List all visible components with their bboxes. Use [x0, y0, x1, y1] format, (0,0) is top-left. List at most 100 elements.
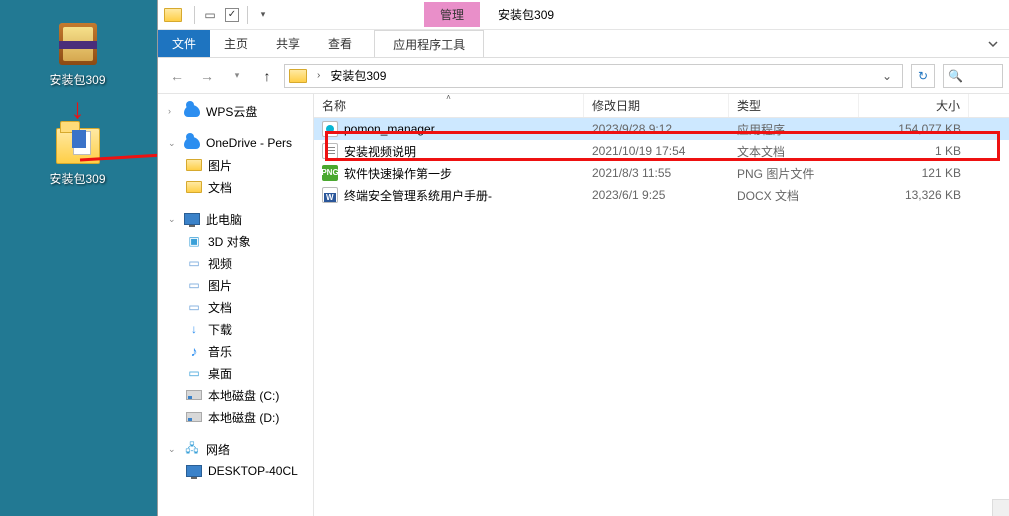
navigation-tree: ›WPS云盘 ⌄OneDrive - Pers 图片 文档 ⌄此电脑 ▣3D 对…: [158, 94, 314, 516]
window-title: 安装包309: [498, 6, 554, 23]
file-type: DOCX 文档: [729, 187, 859, 204]
tree-videos[interactable]: ▭视频: [158, 252, 313, 274]
breadcrumb-dropdown[interactable]: ⌄: [876, 69, 898, 83]
folder-icon: [186, 181, 202, 193]
refresh-button[interactable]: ↻: [911, 64, 935, 88]
qat-check-button[interactable]: ✓: [221, 4, 243, 26]
file-size: 121 KB: [859, 166, 969, 180]
file-icon: [322, 187, 338, 203]
file-date: 2023/6/1 9:25: [584, 188, 729, 202]
ribbon-contextual-tab: 管理: [424, 2, 480, 27]
file-tab[interactable]: 文件: [158, 30, 210, 57]
tree-wps-cloud[interactable]: ›WPS云盘: [158, 100, 313, 122]
share-tab[interactable]: 共享: [262, 30, 314, 57]
app-tools-tab[interactable]: 应用程序工具: [374, 30, 484, 57]
file-type: 应用程序: [729, 121, 859, 138]
window-icon: [164, 8, 182, 22]
column-name[interactable]: ˄名称: [314, 94, 584, 117]
file-name: 软件快速操作第一步: [344, 165, 452, 182]
folder-icon: [54, 119, 102, 167]
network-icon: 🖧: [184, 441, 200, 457]
file-row[interactable]: 终端安全管理系统用户手册- 2023/6/1 9:25DOCX 文档13,326 …: [314, 184, 1009, 206]
tree-disk-c[interactable]: 本地磁盘 (C:): [158, 384, 313, 406]
file-icon: [322, 143, 338, 159]
titlebar: ▭ ✓ ▾ 管理 安装包309: [158, 0, 1009, 30]
desktop-icon-rar[interactable]: 安装包309: [30, 20, 125, 89]
tree-desktop[interactable]: ▭桌面: [158, 362, 313, 384]
back-button[interactable]: ←: [164, 63, 190, 89]
file-name: 终端安全管理系统用户手册-: [344, 187, 492, 204]
file-type: PNG 图片文件: [729, 165, 859, 182]
ribbon-tabs: 文件 主页 共享 查看 应用程序工具: [158, 30, 1009, 58]
chevron-right-icon[interactable]: ›: [313, 70, 324, 81]
cloud-icon: [184, 105, 200, 117]
file-date: 2023/9/28 9:12: [584, 122, 729, 136]
file-type: 文本文档: [729, 143, 859, 160]
column-type[interactable]: 类型: [729, 94, 859, 117]
tree-this-pc[interactable]: ⌄此电脑: [158, 208, 313, 230]
disk-icon: [186, 412, 202, 422]
ribbon-expand-button[interactable]: [977, 30, 1009, 57]
file-row[interactable]: 安装视频说明2021/10/19 17:54文本文档1 KB: [314, 140, 1009, 162]
search-icon: 🔍: [948, 69, 963, 83]
desktop-icon-folder[interactable]: 安装包309: [30, 119, 125, 188]
tree-pictures2[interactable]: ▭图片: [158, 274, 313, 296]
disk-icon: [186, 390, 202, 400]
file-size: 154,077 KB: [859, 122, 969, 136]
file-size: 13,326 KB: [859, 188, 969, 202]
desktop-icon-label: 安装包309: [46, 70, 108, 89]
tree-documents[interactable]: 文档: [158, 176, 313, 198]
quick-access-toolbar: ▭ ✓ ▾: [190, 4, 274, 26]
chevron-down-icon: [987, 38, 999, 50]
file-icon: PNG: [322, 165, 338, 181]
folder-icon: [289, 69, 307, 83]
tree-pictures[interactable]: 图片: [158, 154, 313, 176]
file-name: 安装视频说明: [344, 143, 416, 160]
home-tab[interactable]: 主页: [210, 30, 262, 57]
column-size[interactable]: 大小: [859, 94, 969, 117]
tree-3d-objects[interactable]: ▣3D 对象: [158, 230, 313, 252]
scroll-corner: [992, 499, 1009, 516]
tree-downloads[interactable]: ↓下载: [158, 318, 313, 340]
file-name: pomon_manager: [344, 122, 435, 136]
picture-icon: ▭: [186, 277, 202, 293]
file-date: 2021/8/3 11:55: [584, 166, 729, 180]
folder-icon: [186, 159, 202, 171]
rar-archive-icon: [54, 20, 102, 68]
breadcrumb-item[interactable]: 安装包309: [326, 67, 390, 84]
sort-asc-icon: ˄: [446, 94, 451, 102]
qat-dropdown[interactable]: ▾: [252, 4, 274, 26]
tree-network[interactable]: ⌄🖧网络: [158, 438, 313, 460]
search-input[interactable]: 🔍: [943, 64, 1003, 88]
file-row[interactable]: pomon_manager 2023/9/28 9:12应用程序154,077 K…: [314, 118, 1009, 140]
tree-network-pc[interactable]: DESKTOP-40CL: [158, 460, 313, 482]
address-bar: ← → ▾ ↑ › 安装包309 ⌄ ↻ 🔍: [158, 58, 1009, 94]
breadcrumb[interactable]: › 安装包309 ⌄: [284, 64, 903, 88]
recent-dropdown[interactable]: ▾: [224, 63, 250, 89]
music-icon: ♪: [186, 343, 202, 359]
column-date[interactable]: 修改日期: [584, 94, 729, 117]
down-arrow-icon: ↓: [30, 99, 125, 119]
tree-music[interactable]: ♪音乐: [158, 340, 313, 362]
file-list: ˄名称 修改日期 类型 大小 pomon_manager 2023/9/28 9:…: [314, 94, 1009, 516]
desktop-icon: ▭: [186, 365, 202, 381]
tree-onedrive[interactable]: ⌄OneDrive - Pers: [158, 132, 313, 154]
view-tab[interactable]: 查看: [314, 30, 366, 57]
qat-properties-button[interactable]: ▭: [199, 4, 221, 26]
cube-icon: ▣: [186, 233, 202, 249]
forward-button[interactable]: →: [194, 63, 220, 89]
file-icon: [322, 121, 338, 137]
column-headers: ˄名称 修改日期 类型 大小: [314, 94, 1009, 118]
file-size: 1 KB: [859, 144, 969, 158]
explorer-window: ▭ ✓ ▾ 管理 安装包309 文件 主页 共享 查看 应用程序工具 ← → ▾…: [157, 0, 1009, 516]
tree-documents2[interactable]: ▭文档: [158, 296, 313, 318]
tree-disk-d[interactable]: 本地磁盘 (D:): [158, 406, 313, 428]
file-row[interactable]: PNG 软件快速操作第一步 2021/8/3 11:55PNG 图片文件121 KB: [314, 162, 1009, 184]
document-icon: ▭: [186, 299, 202, 315]
cloud-icon: [184, 137, 200, 149]
up-button[interactable]: ↑: [254, 63, 280, 89]
video-icon: ▭: [186, 255, 202, 271]
download-icon: ↓: [186, 321, 202, 337]
pc-icon: [184, 213, 200, 225]
pc-icon: [186, 465, 202, 477]
